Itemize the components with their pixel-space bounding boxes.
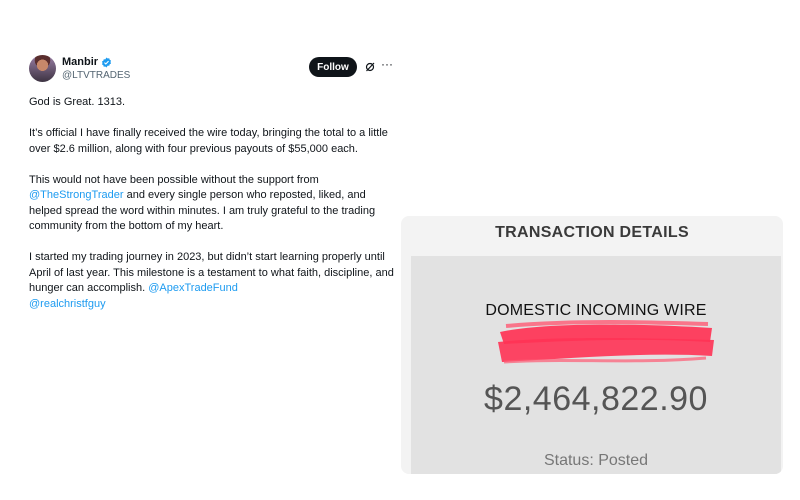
tweet-paragraph: God is Great. 1313. <box>29 96 125 108</box>
tweet: Manbir @LTVTRADES Follow ··· God is Grea… <box>29 55 409 310</box>
transaction-panel: DOMESTIC INCOMING WIRE $2,464,822.90 Sta… <box>411 256 781 474</box>
author-name-row: Manbir <box>62 56 112 68</box>
tweet-paragraph: I started my trading journey in 2023, bu… <box>29 250 399 312</box>
grok-icon[interactable] <box>364 61 376 73</box>
tweet-paragraph: This would not have been possible withou… <box>29 173 399 235</box>
transaction-amount: $2,464,822.90 <box>484 380 708 418</box>
redaction-scribble <box>498 320 714 364</box>
transaction-status: Status: Posted <box>543 452 649 469</box>
mention-link[interactable]: @realchristfguy <box>29 298 106 310</box>
author-name[interactable]: Manbir <box>62 56 98 68</box>
tweet-body: God is Great. 1313. It’s official I have… <box>29 95 399 328</box>
tweet-paragraph: It’s official I have finally received th… <box>29 127 388 155</box>
author-handle[interactable]: @LTVTRADES <box>62 70 130 81</box>
avatar[interactable] <box>29 55 56 82</box>
mention-link[interactable]: @TheStrongTrader <box>29 189 124 201</box>
transaction-card: TRANSACTION DETAILS DOMESTIC INCOMING WI… <box>401 216 783 474</box>
mention-link[interactable]: @ApexTradeFund <box>148 282 238 294</box>
transaction-title: TRANSACTION DETAILS <box>495 224 689 241</box>
follow-button[interactable]: Follow <box>309 57 357 77</box>
paragraph-text: This would not have been possible withou… <box>29 173 319 186</box>
more-icon[interactable]: ··· <box>381 57 393 71</box>
tweet-header: Manbir @LTVTRADES Follow ··· <box>29 55 409 87</box>
verified-badge-icon <box>102 56 112 68</box>
